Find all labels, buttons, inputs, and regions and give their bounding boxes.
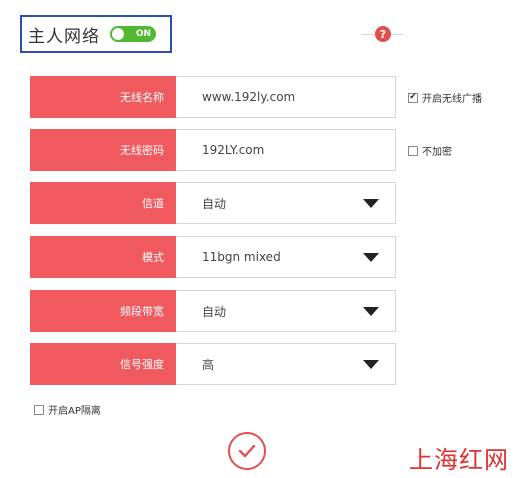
dropdown-arrow-icon <box>363 307 379 316</box>
no-encrypt-checkbox[interactable] <box>408 145 418 156</box>
channel-value: 自动 <box>202 196 227 211</box>
host-network-header: 主人网络 ON <box>20 15 172 53</box>
no-encrypt-option[interactable]: 不加密 <box>408 143 452 158</box>
password-row: 无线密码 192LY.com <box>30 129 396 171</box>
toggle-label: ON <box>135 29 151 39</box>
check-icon <box>238 444 256 458</box>
password-input[interactable]: 192LY.com <box>176 129 396 171</box>
mode-row: 模式 11bgn mixed <box>30 236 396 278</box>
no-encrypt-label: 不加密 <box>422 147 452 158</box>
bandwidth-select[interactable]: 自动 <box>176 290 396 332</box>
network-toggle[interactable]: ON <box>110 26 156 42</box>
bandwidth-row: 频段带宽 自动 <box>30 290 396 332</box>
help-icon-glyph: ? <box>379 27 387 41</box>
ssid-row: 无线名称 www.192ly.com <box>30 76 396 118</box>
ssid-label: 无线名称 <box>30 76 176 118</box>
broadcast-label: 开启无线广播 <box>422 94 482 105</box>
help-icon[interactable]: ? <box>375 26 391 42</box>
mode-label: 模式 <box>30 236 176 278</box>
password-value: 192LY.com <box>202 143 265 157</box>
bandwidth-label: 频段带宽 <box>30 290 176 332</box>
ap-isolation-label: 开启AP隔离 <box>48 406 101 417</box>
save-button[interactable] <box>228 432 266 470</box>
dropdown-arrow-icon <box>363 360 379 369</box>
signal-value: 高 <box>202 357 215 372</box>
channel-label: 信道 <box>30 182 176 224</box>
ssid-input[interactable]: www.192ly.com <box>176 76 396 118</box>
ssid-value: www.192ly.com <box>202 90 296 104</box>
mode-select[interactable]: 11bgn mixed <box>176 236 396 278</box>
dropdown-arrow-icon <box>363 199 379 208</box>
signal-row: 信号强度 高 <box>30 343 396 385</box>
broadcast-option[interactable]: ✔ 开启无线广播 <box>408 90 482 105</box>
password-label: 无线密码 <box>30 129 176 171</box>
dropdown-arrow-icon <box>363 253 379 262</box>
ap-isolation-option[interactable]: 开启AP隔离 <box>34 402 101 417</box>
bandwidth-value: 自动 <box>202 304 227 319</box>
watermark: 上海红网 <box>409 446 509 474</box>
signal-select[interactable]: 高 <box>176 343 396 385</box>
signal-label: 信号强度 <box>30 343 176 385</box>
channel-row: 信道 自动 <box>30 182 396 224</box>
ap-isolation-checkbox[interactable] <box>34 404 44 415</box>
channel-select[interactable]: 自动 <box>176 182 396 224</box>
toggle-knob <box>112 28 124 40</box>
page-title: 主人网络 <box>28 26 100 47</box>
broadcast-checkbox[interactable]: ✔ <box>408 92 418 103</box>
mode-value: 11bgn mixed <box>202 250 281 264</box>
